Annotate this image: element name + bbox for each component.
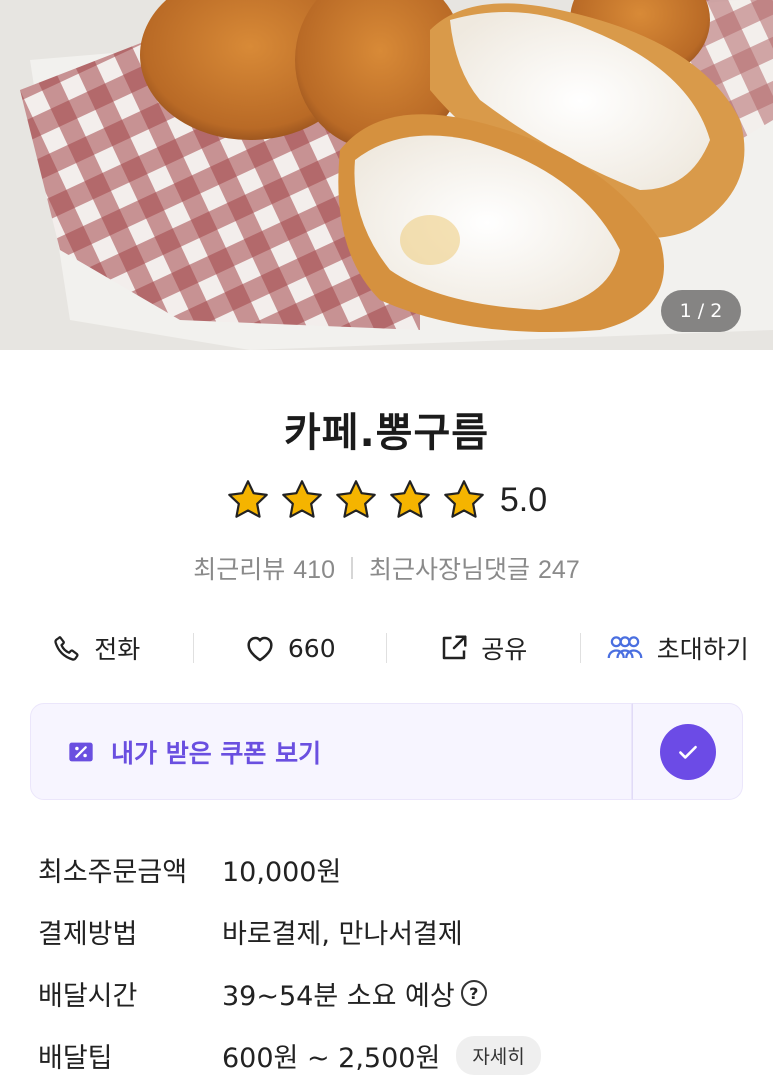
star-icon	[228, 480, 268, 518]
image-counter: 1 / 2	[661, 290, 741, 332]
min-order-key: 최소주문금액	[38, 856, 188, 888]
like-count: 660	[287, 633, 336, 663]
coupon-banner[interactable]: 내가 받은 쿠폰 보기	[30, 703, 632, 800]
star-icon	[336, 480, 376, 518]
coupon-check-button[interactable]	[632, 703, 743, 800]
call-button[interactable]: 전화	[0, 620, 193, 676]
delivery-time-key: 배달시간	[38, 980, 138, 1012]
share-button[interactable]: 공유	[387, 620, 580, 676]
invite-button[interactable]: 초대하기	[581, 620, 773, 676]
recent-reviews-link[interactable]: 최근리뷰 410	[193, 550, 335, 586]
rating-row: 5.0	[0, 478, 773, 522]
help-icon[interactable]: ?	[460, 980, 487, 1006]
star-icon	[390, 480, 430, 518]
min-order-value: 10,000원	[222, 856, 342, 888]
rating-stars	[226, 478, 486, 522]
coupon-label: 내가 받은 쿠폰 보기	[111, 738, 322, 768]
delivery-tip-value-wrap: 600원 ~ 2,500원 자세히	[222, 1035, 541, 1075]
store-hero-image[interactable]: 1 / 2	[0, 0, 773, 350]
food-photo	[0, 0, 773, 350]
recent-reviews-count: 410	[293, 556, 335, 584]
owner-replies-label: 최근사장님댓글	[369, 555, 531, 584]
delivery-tip-value: 600원 ~ 2,500원	[222, 1042, 441, 1074]
delivery-time-row: 배달시간 39~54분 소요 예상 ?	[38, 962, 738, 1024]
payment-row: 결제방법 바로결제, 만나서결제	[38, 900, 738, 962]
delivery-time-value-wrap: 39~54분 소요 예상 ?	[222, 974, 487, 1013]
store-info: 최소주문금액 10,000원 결제방법 바로결제, 만나서결제 배달시간 39~…	[38, 838, 738, 1086]
check-icon	[659, 723, 716, 780]
store-actions: 전화 660 공유 초대하기	[0, 620, 773, 676]
share-icon	[442, 635, 467, 660]
owner-replies-link[interactable]: 최근사장님댓글 247	[369, 550, 580, 586]
owner-replies-count: 247	[538, 556, 580, 584]
rating-value: 5.0	[499, 480, 548, 519]
group-icon	[607, 636, 643, 659]
coupon-icon	[69, 742, 93, 761]
heart-icon	[247, 636, 273, 662]
tip-detail-button[interactable]: 자세히	[456, 1035, 541, 1075]
recent-reviews-label: 최근리뷰	[193, 555, 286, 584]
payment-value: 바로결제, 만나서결제	[222, 918, 463, 950]
delivery-tip-row: 배달팁 600원 ~ 2,500원 자세히	[38, 1024, 738, 1086]
star-icon	[444, 480, 484, 518]
delivery-tip-key: 배달팁	[38, 1042, 113, 1074]
star-icon	[282, 480, 322, 518]
share-label: 공유	[481, 635, 528, 664]
review-counts: 최근리뷰 410 최근사장님댓글 247	[0, 550, 773, 586]
like-button[interactable]: 660	[194, 620, 387, 676]
store-name: 카페.뽕구름	[283, 410, 490, 456]
phone-icon	[54, 636, 79, 661]
min-order-row: 최소주문금액 10,000원	[38, 838, 738, 900]
payment-key: 결제방법	[38, 918, 138, 950]
divider	[351, 557, 353, 579]
invite-label: 초대하기	[656, 635, 749, 664]
delivery-time-value: 39~54분 소요 예상	[222, 980, 455, 1012]
call-label: 전화	[94, 635, 141, 664]
